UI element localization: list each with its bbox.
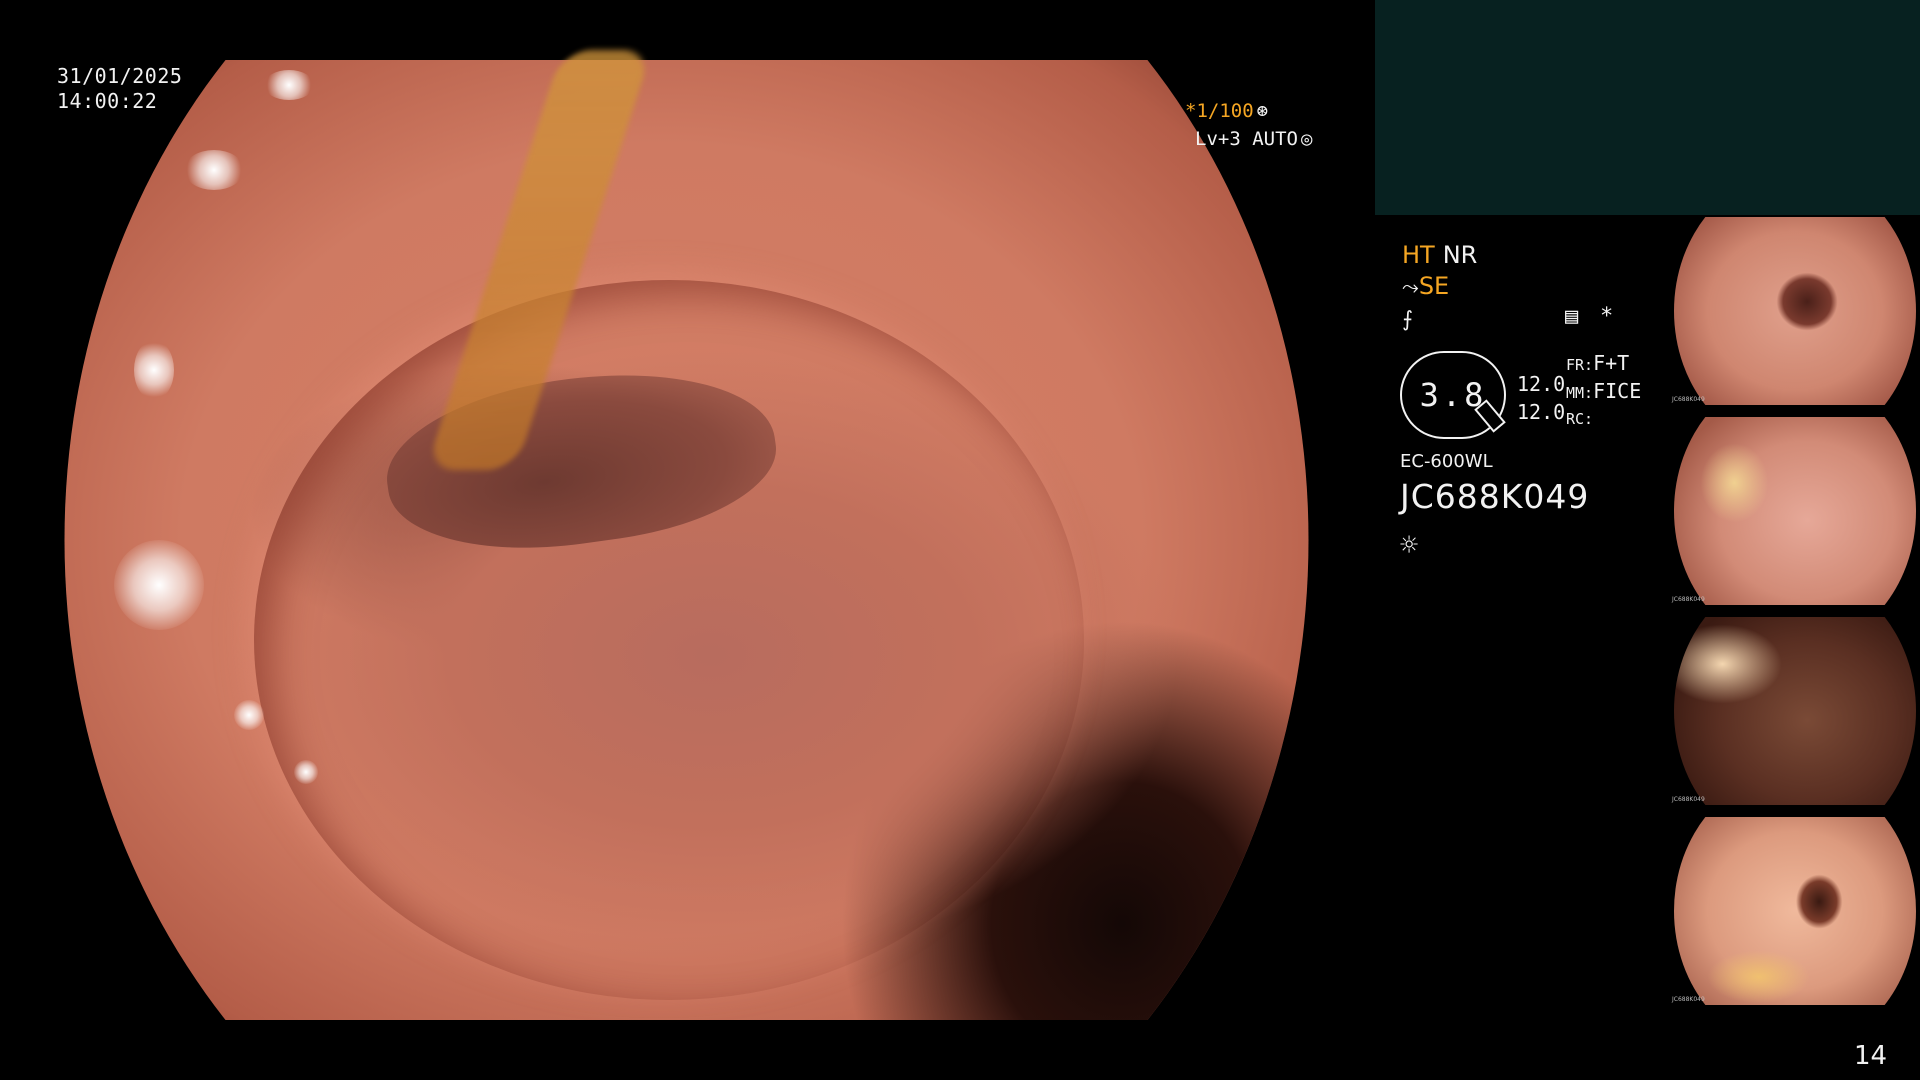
- light-reflection: [114, 540, 204, 630]
- scope-model: EC-600WL: [1400, 451, 1493, 472]
- thumbnail-image: [1674, 217, 1916, 405]
- enhancement-value-2: 12.0: [1517, 400, 1566, 424]
- ht-indicator: HT: [1402, 241, 1435, 269]
- enhancement-values: 12.0 12.0: [1517, 370, 1565, 426]
- memo-icon: ▤: [1565, 304, 1579, 329]
- light-reflection: [134, 340, 174, 400]
- sun-icon: ☼: [1400, 528, 1419, 563]
- enhancement-value-1: 12.0: [1517, 372, 1566, 396]
- thumbnail-2[interactable]: JC688K049: [1670, 417, 1920, 607]
- level-readout: Lv+3 AUTO ◎: [1195, 128, 1312, 150]
- structure-enhance-icon: ⤳: [1402, 275, 1419, 299]
- iris-icon: ◎: [1300, 128, 1313, 150]
- time-text: 14:00:22: [57, 89, 158, 113]
- zoom-badge: 3.8: [1400, 351, 1506, 439]
- zoom-tick-icon: [1474, 399, 1506, 433]
- thumbnail-image: [1674, 417, 1916, 605]
- rc-label: RC:: [1566, 410, 1594, 428]
- thumbnail-3[interactable]: JC688K049: [1670, 617, 1920, 807]
- thumbnail-serial: JC688K049: [1672, 396, 1705, 403]
- light-reflection: [264, 70, 314, 100]
- patient-info-panel: [1375, 0, 1920, 215]
- thumbnail-1[interactable]: JC688K049: [1670, 217, 1920, 407]
- nr-indicator: NR: [1442, 241, 1478, 269]
- shutter-text: *1/100: [1185, 100, 1254, 122]
- thumbnail-serial: JC688K049: [1672, 596, 1705, 603]
- endoscopy-screen: 31/01/2025 14:00:22 *1/100 ⊛ Lv+3 AUTO ◎ H…: [0, 0, 1920, 1080]
- processing-labels: FR:F+T MM:FICE RC:: [1566, 350, 1641, 432]
- level-text: Lv+3 AUTO: [1195, 128, 1298, 150]
- light-reflection: [294, 760, 318, 784]
- mm-label: MM:: [1566, 384, 1594, 402]
- se-indicator: SE: [1418, 272, 1450, 300]
- fr-value: F+T: [1593, 351, 1630, 375]
- endoscope-live-view: [64, 50, 1309, 1020]
- page-number: 14: [1854, 1041, 1888, 1071]
- datetime-stamp: 31/01/2025 14:00:22: [57, 64, 182, 114]
- thumbnail-serial: JC688K049: [1672, 996, 1705, 1003]
- thumbnail-4[interactable]: JC688K049: [1670, 817, 1920, 1007]
- light-reflection: [184, 150, 244, 190]
- shutter-icon: ⊛: [1256, 100, 1269, 122]
- date-text: 31/01/2025: [57, 64, 183, 88]
- thumbnail-image: [1674, 617, 1916, 805]
- fr-label: FR:: [1566, 356, 1594, 374]
- mm-value: FICE: [1593, 379, 1642, 403]
- asterisk-indicator: *: [1600, 304, 1614, 329]
- thumbnail-image: [1674, 817, 1916, 1005]
- scope-serial: JC688K049: [1400, 477, 1590, 516]
- enhance-symbol-icon: ⨍: [1402, 307, 1413, 331]
- light-reflection: [234, 700, 264, 730]
- shutter-readout: *1/100 ⊛: [1185, 100, 1268, 122]
- mode-indicators: HT NR ⤳SE ⨍: [1402, 240, 1477, 335]
- thumbnail-serial: JC688K049: [1672, 796, 1705, 803]
